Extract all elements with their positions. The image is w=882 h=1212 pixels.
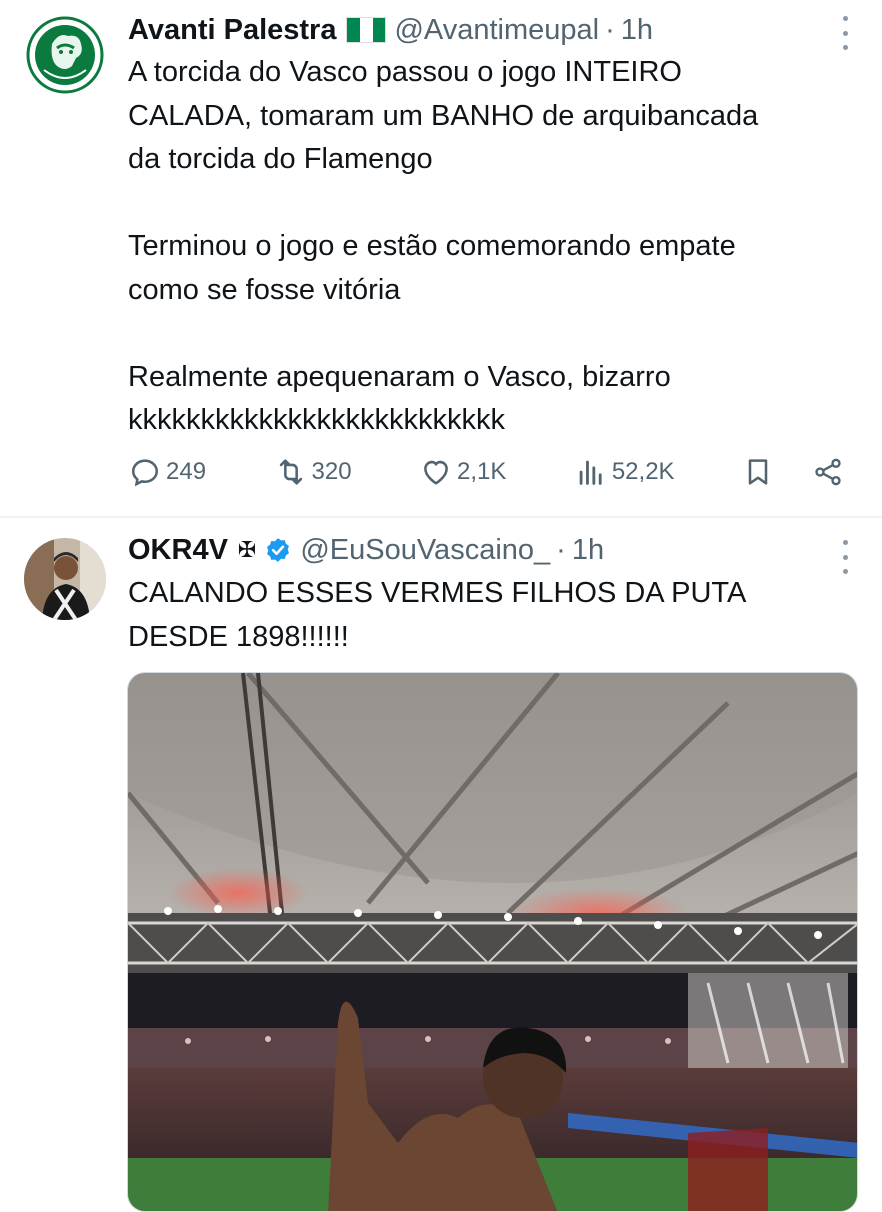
reply-count: 249 [166,458,207,485]
avatar[interactable] [24,538,106,620]
tweet-text: CALANDO ESSES VERMES FILHOS DA PUTA DESD… [128,572,852,659]
analytics-icon [579,460,602,485]
tweet-text: A torcida do Vasco passou o jogo INTEIRO… [128,51,852,443]
text-line: CALANDO ESSES VERMES FILHOS DA PUTA [128,577,747,609]
timestamp[interactable]: 1h [572,532,604,568]
author-handle[interactable]: @EuSouVascaino_ [300,532,550,568]
avatar[interactable] [24,14,106,96]
retweet-count: 320 [311,458,352,485]
more-options-icon[interactable] [840,16,850,50]
text-line: CALADA, tomaram um BANHO de arquibancada [128,99,759,132]
text-line: kkkkkkkkkkkkkkkkkkkkkkkkkk [128,404,505,436]
text-line: como se fosse vitória [128,273,401,306]
text-line: Realmente apequenaram o Vasco, bizarro [128,360,671,393]
reply-icon [131,459,159,487]
tweet-photo[interactable] [127,672,858,1212]
more-options-icon[interactable] [840,540,850,574]
reply-button[interactable]: 249 [128,455,206,489]
nigeria-flag-icon [346,17,387,43]
timestamp[interactable]: 1h [621,12,653,48]
heart-icon [424,460,448,485]
separator-dot: · [605,14,615,46]
verified-badge-icon[interactable] [264,536,292,564]
tweet[interactable]: Avanti Palestra @Avantimeupal · 1h A tor… [0,0,882,518]
text-line: da torcida do Flamengo [128,143,433,175]
share-icon[interactable] [812,456,844,488]
like-count: 2,1K [457,458,507,485]
text-line: A torcida do Vasco passou o jogo INTEIRO [128,56,682,88]
vasco-cross-icon: ✠ [237,537,257,562]
separator-dot: · [556,534,566,566]
author-name[interactable]: Avanti Palestra [128,12,336,48]
bookmark-icon[interactable] [742,456,774,488]
like-button[interactable]: 2,1K [419,455,506,489]
action-bar: 249 320 2,1K 52,2K [128,455,844,489]
author-handle[interactable]: @Avantimeupal [394,12,599,48]
text-line: Terminou o jogo e estão comemorando empa… [128,230,736,262]
view-count: 52,2K [611,458,675,485]
views-button[interactable]: 52,2K [574,455,675,489]
retweet-icon [279,459,302,485]
retweet-button[interactable]: 320 [274,455,352,489]
author-name[interactable]: OKR4V [128,532,228,568]
text-line: DESDE 1898!!!!!! [128,620,349,653]
